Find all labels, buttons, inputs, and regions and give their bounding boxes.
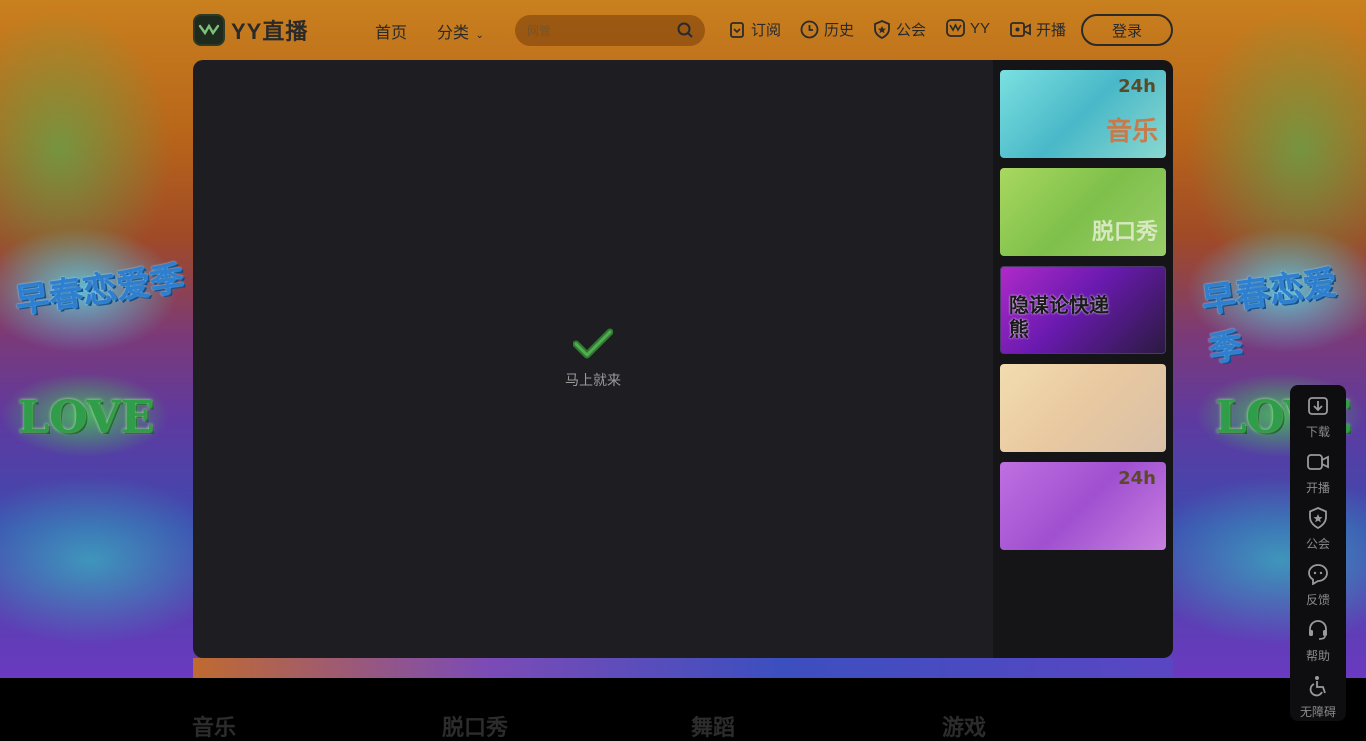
yy-link[interactable]: YY <box>946 19 990 37</box>
loading-text: 马上就来 <box>565 372 621 388</box>
float-feedback-label: 反馈 <box>1305 593 1330 607</box>
search-input[interactable] <box>527 23 667 38</box>
thumb-label: 音乐 <box>1105 117 1158 147</box>
video-camera-icon <box>1307 454 1329 470</box>
thumb-badge: 24h <box>1118 76 1156 97</box>
video-camera-icon <box>1010 22 1031 37</box>
download-icon <box>1308 397 1328 415</box>
float-help-label: 帮助 <box>1305 649 1330 663</box>
bookmark-icon <box>730 21 744 38</box>
left-event-title: 早春恋爱季 <box>12 258 187 322</box>
recommend-thumb-idol[interactable] <box>1000 364 1166 452</box>
float-download[interactable]: 下载 <box>1290 395 1346 440</box>
search-box <box>515 15 705 46</box>
float-start-live-label: 开播 <box>1305 481 1330 495</box>
checkmark-icon <box>572 328 614 359</box>
float-download-label: 下载 <box>1305 425 1330 439</box>
shield-icon <box>874 20 890 39</box>
category-dance[interactable]: 舞蹈 <box>691 710 735 741</box>
float-guild[interactable]: 公会 <box>1290 507 1346 552</box>
top-header: YY直播 首页 分类 ⌄ 订阅 历史 公会 YY 开播 登录 <box>0 0 1366 60</box>
history-label: 历史 <box>824 22 855 39</box>
category-games[interactable]: 游戏 <box>942 710 986 741</box>
left-love-text: LOVE <box>18 392 155 443</box>
shield-icon <box>1309 507 1327 530</box>
chevron-down-icon: ⌄ <box>475 30 484 41</box>
guild-label: 公会 <box>896 22 927 39</box>
start-live-link[interactable]: 开播 <box>1010 19 1066 40</box>
thumb-badge: 24h <box>1118 468 1156 489</box>
yy-icon <box>946 19 965 37</box>
recommend-thumb-music[interactable]: 24h 音乐 <box>1000 70 1166 158</box>
recommend-thumb-conspiracy[interactable]: 隐谋论快递熊 <box>1000 266 1166 354</box>
recommend-thumb-talkshow[interactable]: 脱口秀 <box>1000 168 1166 256</box>
thumb-label: 隐谋论快递熊 <box>1009 293 1109 341</box>
history-link[interactable]: 历史 <box>800 19 854 40</box>
thumb-label: 脱口秀 <box>1091 220 1158 245</box>
float-start-live[interactable]: 开播 <box>1290 451 1346 496</box>
right-event-title: 早春恋爱季 <box>1199 262 1340 370</box>
float-guild-label: 公会 <box>1305 537 1330 551</box>
category-music[interactable]: 音乐 <box>192 710 236 741</box>
floating-toolbar: 下载 开播 公会 反馈 帮助 无障碍 <box>1290 385 1346 721</box>
logo-text: YY直播 <box>231 19 309 44</box>
subscribe-label: 订阅 <box>751 22 782 39</box>
guild-link[interactable]: 公会 <box>873 19 926 40</box>
chat-bubble-icon <box>1308 564 1328 586</box>
login-button[interactable]: 登录 <box>1081 14 1173 46</box>
subscribe-link[interactable]: 订阅 <box>728 19 781 40</box>
yy-logo-icon <box>193 14 225 46</box>
headset-icon <box>1309 620 1327 640</box>
recommend-thumb-dance[interactable]: 24h <box>1000 462 1166 550</box>
float-accessibility-label: 无障碍 <box>1299 705 1336 719</box>
loading-indicator: 马上就来 <box>193 328 993 390</box>
nav-category-label: 分类 <box>437 25 470 42</box>
nav-home[interactable]: 首页 <box>375 19 407 43</box>
float-accessibility[interactable]: 无障碍 <box>1290 675 1346 720</box>
float-help[interactable]: 帮助 <box>1290 619 1346 664</box>
logo[interactable]: YY直播 <box>193 13 308 47</box>
recommend-panel: 24h 音乐 脱口秀 隐谋论快递熊 24h <box>993 60 1173 658</box>
yy-label: YY <box>970 19 991 37</box>
clock-icon <box>800 20 819 39</box>
float-feedback[interactable]: 反馈 <box>1290 563 1346 608</box>
wheelchair-icon <box>1309 676 1326 697</box>
search-icon[interactable] <box>677 22 693 42</box>
video-player[interactable]: 马上就来 <box>193 60 993 658</box>
background-strip <box>193 658 1173 678</box>
category-talkshow[interactable]: 脱口秀 <box>442 710 508 741</box>
start-live-label: 开播 <box>1036 22 1067 39</box>
nav-category[interactable]: 分类 ⌄ <box>437 19 484 43</box>
